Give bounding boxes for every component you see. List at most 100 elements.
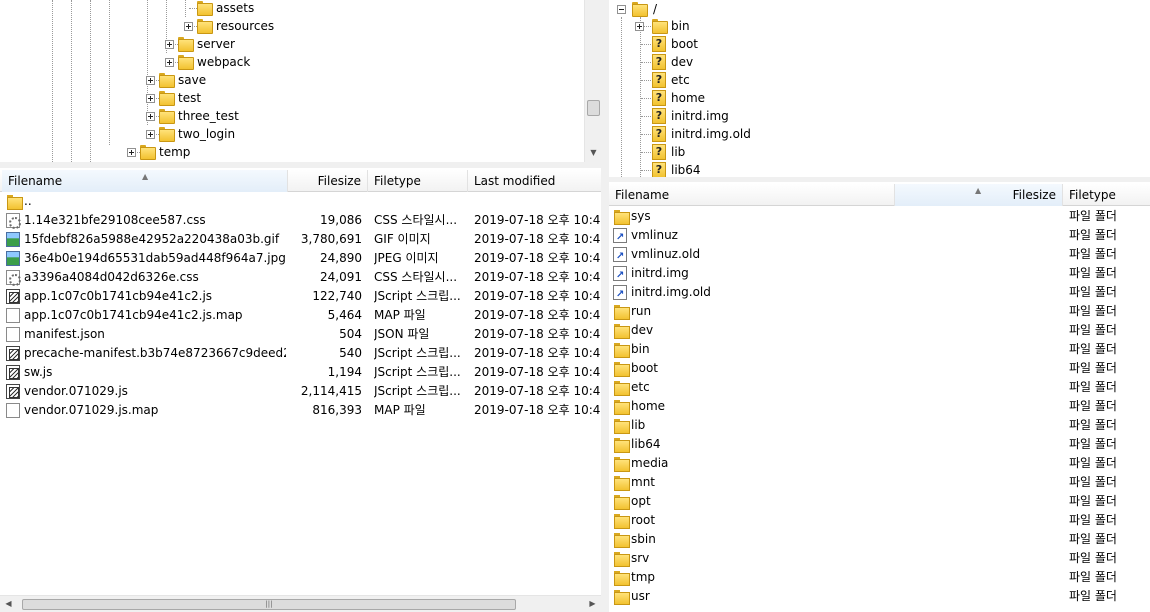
file-name: root [631,513,656,527]
expand-icon[interactable] [146,94,155,103]
scroll-right-arrow-icon[interactable]: ▶ [584,596,601,612]
local-file-row[interactable]: 36e4b0e194d65531dab59ad448f964a7.jpg 24,8… [0,249,601,268]
local-file-row[interactable]: a3396a4084d042d6326e.css 24,091 CSS 스타일시..… [0,268,601,287]
remote-file-row[interactable]: boot 파일 폴더 [609,359,1150,378]
file-size: 1,194 [327,365,362,379]
remote-file-row[interactable]: tmp 파일 폴더 [609,568,1150,587]
file-name: precache-manifest.b3b74e8723667c9deed26e… [24,346,286,360]
remote-tree-node-dev[interactable]: ? dev [609,53,909,71]
remote-file-row[interactable]: srv 파일 폴더 [609,549,1150,568]
column-header-filename[interactable]: Filename ▲ [2,170,288,192]
remote-tree-node-initrd.img[interactable]: ? initrd.img [609,107,909,125]
expand-icon[interactable] [146,112,155,121]
remote-file-row[interactable]: home 파일 폴더 [609,397,1150,416]
file-last-modified: 2019-07-18 오후 10:40 [474,365,601,379]
local-file-row[interactable]: app.1c07c0b1741cb94e41c2.js.map 5,464 MAP … [0,306,601,325]
column-header-filename[interactable]: Filename [609,184,895,206]
column-header-filetype[interactable]: Filetype [368,170,468,192]
local-tree-scrollbar[interactable]: ▼ [584,0,601,162]
remote-file-row[interactable]: run 파일 폴더 [609,302,1150,321]
folder-icon [139,144,156,160]
local-file-row[interactable]: .. [0,192,601,211]
local-file-row[interactable]: 1.14e321bfe29108cee587.css 19,086 CSS 스타일시… [0,211,601,230]
scroll-down-arrow-icon[interactable]: ▼ [585,145,601,161]
local-tree-scroll-thumb[interactable] [587,100,600,116]
tree-node-server[interactable]: server [0,35,584,53]
scroll-left-arrow-icon[interactable]: ◀ [0,596,17,612]
remote-file-row[interactable]: vmlinuz.old 파일 폴더 [609,245,1150,266]
local-file-list[interactable]: Filename ▲ Filesize Filetype Last modifi… [0,168,601,612]
expand-icon[interactable] [127,148,136,157]
remote-tree-node-lib64[interactable]: ? lib64 [609,161,909,177]
remote-tree-node-boot[interactable]: ? boot [609,35,909,53]
expand-icon[interactable] [184,22,193,31]
tree-node-label: server [197,37,235,51]
unknown-status-icon: ? [652,36,666,52]
folder-icon [613,570,630,586]
local-file-row[interactable]: precache-manifest.b3b74e8723667c9deed26e… [0,344,601,363]
remote-file-row[interactable]: lib64 파일 폴더 [609,435,1150,454]
expand-icon[interactable] [635,22,644,31]
file-name: opt [631,494,651,508]
remote-file-row[interactable]: vmlinuz 파일 폴더 [609,226,1150,247]
local-file-row[interactable]: sw.js 1,194 JScript 스크립... 2019-07-18 오후 10… [0,363,601,382]
remote-list-header: Filename ▲ Filesize Filetype [609,184,1150,206]
local-file-row[interactable]: vendor.071029.js 2,114,415 JScript 스크립... 2… [0,382,601,401]
local-file-row[interactable]: 15fdebf826a5988e42952a220438a03b.gif 3,78… [0,230,601,249]
tree-node-two_login[interactable]: two_login [0,125,584,143]
local-file-row[interactable]: app.1c07c0b1741cb94e41c2.js 122,740 JScrip… [0,287,601,306]
remote-file-row[interactable]: media 파일 폴더 [609,454,1150,473]
column-header-filesize[interactable]: ▲ Filesize [895,184,1063,206]
tree-node-save[interactable]: save [0,71,584,89]
remote-file-row[interactable]: etc 파일 폴더 [609,378,1150,397]
tree-node-test[interactable]: test [0,89,584,107]
file-name: 36e4b0e194d65531dab59ad448f964a7.jpg [24,251,286,265]
tree-node-three_test[interactable]: three_test [0,107,584,125]
remote-file-row[interactable]: sbin 파일 폴더 [609,530,1150,549]
remote-tree-node-lib[interactable]: ? lib [609,143,909,161]
file-type: 파일 폴더 [1069,456,1117,470]
tree-node-webpack[interactable]: webpack [0,53,584,71]
remote-file-row[interactable]: mnt 파일 폴더 [609,473,1150,492]
js-file-icon [6,346,20,361]
remote-tree-node-bin[interactable]: bin [609,17,909,35]
column-header-filesize[interactable]: Filesize [288,170,368,192]
local-list-horizontal-scrollbar[interactable]: ◀ ||| ▶ [0,595,601,612]
remote-directory-tree[interactable]: / bin? boot? dev? etc? home? initrd.img? initr… [609,0,1150,177]
remote-file-row[interactable]: dev 파일 폴더 [609,321,1150,340]
expand-icon[interactable] [165,40,174,49]
file-name: vendor.071029.js [24,384,128,398]
expand-icon[interactable] [165,58,174,67]
file-name: vmlinuz.old [631,247,701,261]
file-name: dev [631,323,654,337]
file-last-modified: 2019-07-18 오후 10:40 [474,346,601,360]
remote-file-list[interactable]: Filename ▲ Filesize Filetype sys파일 폴더vml… [609,182,1150,612]
expand-icon[interactable] [146,130,155,139]
remote-file-row[interactable]: bin 파일 폴더 [609,340,1150,359]
column-header-last-modified[interactable]: Last modified [468,170,601,192]
remote-file-row[interactable]: initrd.img.old 파일 폴더 [609,283,1150,304]
tree-node-assets[interactable]: assets [0,0,584,17]
remote-file-row[interactable]: usr 파일 폴더 [609,587,1150,606]
remote-tree-node-home[interactable]: ? home [609,89,909,107]
remote-file-row[interactable]: lib 파일 폴더 [609,416,1150,435]
sort-ascending-icon: ▲ [975,186,982,195]
folder-icon [613,209,630,225]
local-list-scroll-thumb[interactable]: ||| [22,599,516,610]
file-size: 122,740 [312,289,362,303]
remote-file-row[interactable]: root 파일 폴더 [609,511,1150,530]
remote-file-row[interactable]: opt 파일 폴더 [609,492,1150,511]
remote-file-row[interactable]: initrd.img 파일 폴더 [609,264,1150,285]
local-file-row[interactable]: manifest.json 504 JSON 파일 2019-07-18 오후 10:… [0,325,601,344]
unknown-status-icon: ? [652,126,666,142]
column-header-filetype[interactable]: Filetype [1063,184,1150,206]
remote-tree-node-initrd.img.old[interactable]: ? initrd.img.old [609,125,909,143]
expand-icon[interactable] [146,76,155,85]
local-directory-tree[interactable]: assets resources server webpack save test thre… [0,0,601,162]
remote-file-row[interactable]: sys 파일 폴더 [609,207,1150,226]
local-file-row[interactable]: vendor.071029.js.map 816,393 MAP 파일 2019-07… [0,401,601,420]
tree-node-resources[interactable]: resources [0,17,584,35]
remote-tree-node-etc[interactable]: ? etc [609,71,909,89]
tree-node-temp[interactable]: temp [0,143,584,161]
file-size: 2,114,415 [300,384,362,398]
